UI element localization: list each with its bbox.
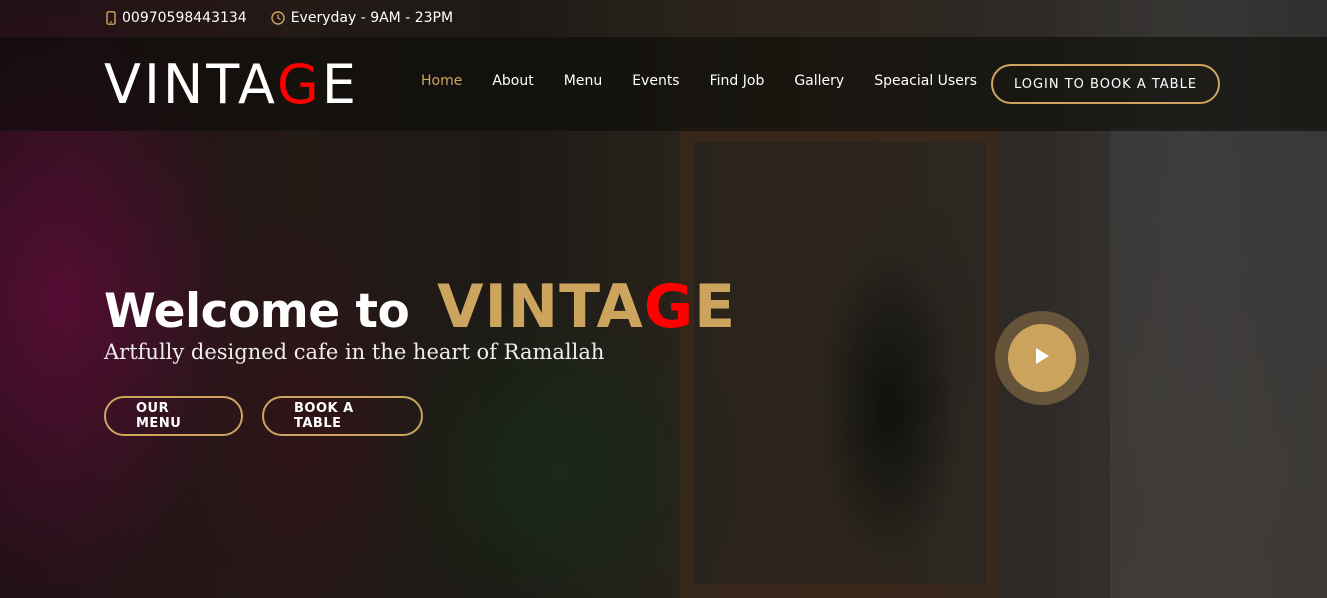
- hero-brand-main: VINTA: [437, 272, 644, 342]
- hero-title-prefix: Welcome to: [104, 284, 410, 339]
- nav-events[interactable]: Events: [632, 73, 679, 89]
- site-header: VINTAGE Home About Menu Events Find Job …: [0, 37, 1327, 131]
- hero-buttons: OUR MENU BOOK A TABLE: [104, 396, 423, 436]
- logo-text-end: E: [321, 53, 360, 116]
- hours-info: Everyday - 9AM - 23PM: [271, 10, 453, 26]
- main-nav: Home About Menu Events Find Job Gallery …: [421, 73, 1007, 89]
- nav-about[interactable]: About: [492, 73, 533, 89]
- book-table-button[interactable]: BOOK A TABLE: [262, 396, 423, 436]
- phone-info: 00970598443134: [106, 10, 247, 26]
- phone-number[interactable]: 00970598443134: [122, 10, 247, 26]
- nav-menu[interactable]: Menu: [564, 73, 602, 89]
- play-video-button[interactable]: [995, 311, 1089, 405]
- hero-brand-accent: G: [643, 272, 695, 342]
- phone-icon: [106, 11, 116, 25]
- play-button-inner[interactable]: [1008, 324, 1076, 392]
- hero-title: Welcome to VINTAGE: [104, 272, 736, 342]
- opening-hours: Everyday - 9AM - 23PM: [290, 10, 454, 26]
- login-to-book-button[interactable]: LOGIN TO BOOK A TABLE: [991, 64, 1220, 104]
- nav-special-users[interactable]: Speacial Users: [874, 73, 977, 89]
- logo-text-main: VINTA: [104, 53, 278, 116]
- play-icon: [1034, 347, 1050, 369]
- hero-brand-end: E: [694, 272, 737, 342]
- our-menu-button[interactable]: OUR MENU: [104, 396, 243, 436]
- site-logo[interactable]: VINTAGE: [104, 55, 359, 115]
- top-info-bar: 00970598443134 Everyday - 9AM - 23PM: [0, 0, 1327, 36]
- clock-icon: [271, 11, 285, 25]
- hero-subtitle: Artfully designed cafe in the heart of R…: [104, 340, 605, 364]
- hero-brand: VINTAGE: [415, 272, 736, 342]
- nav-home[interactable]: Home: [421, 73, 462, 89]
- logo-text-accent: G: [277, 53, 322, 116]
- nav-gallery[interactable]: Gallery: [794, 73, 844, 89]
- nav-find-job[interactable]: Find Job: [710, 73, 765, 89]
